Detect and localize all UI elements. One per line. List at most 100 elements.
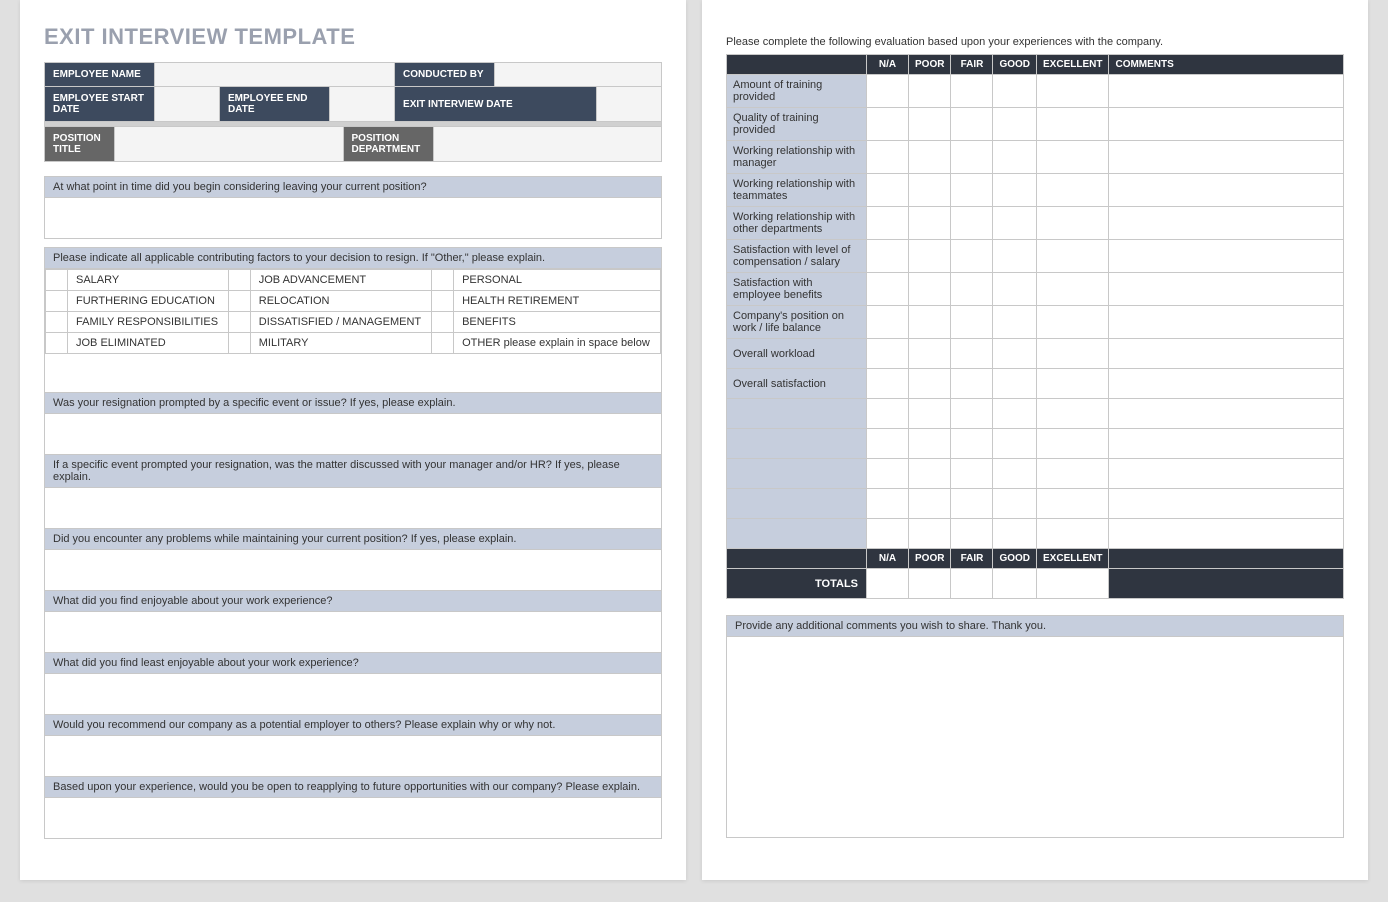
factor-check[interactable]	[228, 291, 250, 312]
eval-cell-comment[interactable]	[1109, 459, 1344, 489]
eval-cell-comment[interactable]	[1109, 399, 1344, 429]
eval-cell-poor[interactable]	[909, 399, 951, 429]
eval-cell-comment[interactable]	[1109, 240, 1344, 273]
eval-cell-fair[interactable]	[951, 489, 993, 519]
eval-cell-poor[interactable]	[909, 75, 951, 108]
eval-cell-excellent[interactable]	[1037, 489, 1109, 519]
question-7-answer[interactable]	[45, 736, 661, 776]
eval-cell-na[interactable]	[867, 174, 909, 207]
factor-check[interactable]	[432, 333, 454, 354]
eval-cell-excellent[interactable]	[1037, 369, 1109, 399]
eval-cell-good[interactable]	[993, 141, 1037, 174]
eval-cell-na[interactable]	[867, 240, 909, 273]
eval-cell-excellent[interactable]	[1037, 273, 1109, 306]
eval-cell-good[interactable]	[993, 429, 1037, 459]
eval-cell-fair[interactable]	[951, 141, 993, 174]
eval-cell-na[interactable]	[867, 108, 909, 141]
eval-cell-poor[interactable]	[909, 459, 951, 489]
field-position-dept[interactable]	[433, 127, 662, 162]
field-position-title[interactable]	[115, 127, 344, 162]
eval-cell-good[interactable]	[993, 369, 1037, 399]
field-end-date[interactable]	[330, 87, 395, 122]
factor-check[interactable]	[46, 333, 68, 354]
eval-cell-poor[interactable]	[909, 174, 951, 207]
eval-cell-good[interactable]	[993, 174, 1037, 207]
additional-comments-answer[interactable]	[727, 637, 1343, 837]
field-employee-name[interactable]	[155, 63, 395, 87]
eval-cell-comment[interactable]	[1109, 174, 1344, 207]
eval-cell-poor[interactable]	[909, 429, 951, 459]
eval-cell-fair[interactable]	[951, 207, 993, 240]
eval-cell-na[interactable]	[867, 429, 909, 459]
eval-cell-poor[interactable]	[909, 240, 951, 273]
question-2-answer[interactable]	[45, 414, 661, 454]
eval-cell-excellent[interactable]	[1037, 207, 1109, 240]
eval-cell-fair[interactable]	[951, 429, 993, 459]
eval-cell-comment[interactable]	[1109, 141, 1344, 174]
eval-cell-good[interactable]	[993, 75, 1037, 108]
eval-cell-good[interactable]	[993, 207, 1037, 240]
eval-cell-excellent[interactable]	[1037, 174, 1109, 207]
eval-cell-na[interactable]	[867, 489, 909, 519]
field-conducted-by[interactable]	[495, 63, 662, 87]
question-6-answer[interactable]	[45, 674, 661, 714]
field-start-date[interactable]	[155, 87, 220, 122]
eval-cell-excellent[interactable]	[1037, 399, 1109, 429]
eval-cell-poor[interactable]	[909, 519, 951, 549]
factor-check[interactable]	[432, 312, 454, 333]
eval-cell-excellent[interactable]	[1037, 75, 1109, 108]
eval-cell-poor[interactable]	[909, 489, 951, 519]
eval-cell-excellent[interactable]	[1037, 108, 1109, 141]
factor-check[interactable]	[46, 312, 68, 333]
totals-fair[interactable]	[951, 569, 993, 599]
factors-other-explain[interactable]	[45, 354, 661, 392]
eval-cell-good[interactable]	[993, 240, 1037, 273]
eval-cell-good[interactable]	[993, 306, 1037, 339]
eval-cell-na[interactable]	[867, 339, 909, 369]
eval-cell-good[interactable]	[993, 459, 1037, 489]
eval-cell-comment[interactable]	[1109, 273, 1344, 306]
factor-check[interactable]	[46, 291, 68, 312]
eval-cell-na[interactable]	[867, 207, 909, 240]
eval-cell-good[interactable]	[993, 108, 1037, 141]
eval-cell-na[interactable]	[867, 519, 909, 549]
eval-cell-excellent[interactable]	[1037, 519, 1109, 549]
totals-good[interactable]	[993, 569, 1037, 599]
eval-cell-na[interactable]	[867, 273, 909, 306]
eval-cell-good[interactable]	[993, 339, 1037, 369]
eval-cell-fair[interactable]	[951, 459, 993, 489]
factor-check[interactable]	[432, 270, 454, 291]
eval-cell-comment[interactable]	[1109, 207, 1344, 240]
eval-cell-poor[interactable]	[909, 108, 951, 141]
eval-cell-na[interactable]	[867, 399, 909, 429]
eval-cell-poor[interactable]	[909, 273, 951, 306]
eval-cell-na[interactable]	[867, 369, 909, 399]
eval-cell-fair[interactable]	[951, 519, 993, 549]
factor-check[interactable]	[228, 270, 250, 291]
eval-cell-fair[interactable]	[951, 399, 993, 429]
eval-cell-poor[interactable]	[909, 141, 951, 174]
eval-cell-excellent[interactable]	[1037, 240, 1109, 273]
factor-check[interactable]	[228, 312, 250, 333]
totals-poor[interactable]	[909, 569, 951, 599]
eval-cell-na[interactable]	[867, 459, 909, 489]
eval-cell-comment[interactable]	[1109, 306, 1344, 339]
eval-cell-poor[interactable]	[909, 339, 951, 369]
eval-cell-comment[interactable]	[1109, 429, 1344, 459]
eval-cell-good[interactable]	[993, 399, 1037, 429]
eval-cell-good[interactable]	[993, 273, 1037, 306]
eval-cell-comment[interactable]	[1109, 108, 1344, 141]
eval-cell-comment[interactable]	[1109, 369, 1344, 399]
question-4-answer[interactable]	[45, 550, 661, 590]
eval-cell-fair[interactable]	[951, 273, 993, 306]
eval-cell-excellent[interactable]	[1037, 429, 1109, 459]
eval-cell-excellent[interactable]	[1037, 306, 1109, 339]
question-5-answer[interactable]	[45, 612, 661, 652]
eval-cell-fair[interactable]	[951, 339, 993, 369]
eval-cell-na[interactable]	[867, 75, 909, 108]
eval-cell-fair[interactable]	[951, 75, 993, 108]
eval-cell-good[interactable]	[993, 489, 1037, 519]
eval-cell-na[interactable]	[867, 141, 909, 174]
eval-cell-poor[interactable]	[909, 369, 951, 399]
eval-cell-fair[interactable]	[951, 108, 993, 141]
